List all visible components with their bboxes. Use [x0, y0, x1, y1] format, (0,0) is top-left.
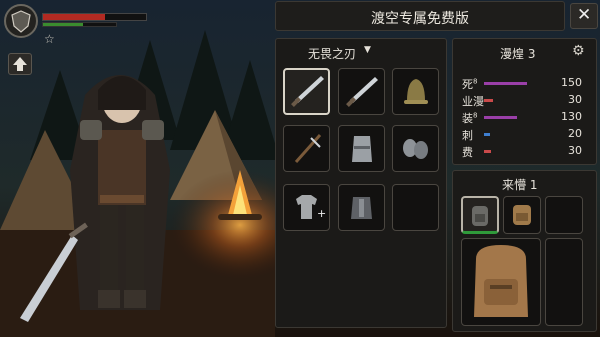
- gear-icon: ⚙: [572, 43, 585, 59]
- stat-superscript: 8: [473, 111, 478, 120]
- add-shirt-icon: +: [296, 195, 326, 220]
- stat-row: 装8 130: [462, 110, 582, 125]
- stat-bar: [484, 150, 492, 153]
- hero-character-icon: [70, 75, 170, 310]
- inventory-slot-3[interactable]: [545, 196, 583, 234]
- equipment-slot-ranged[interactable]: [283, 125, 330, 172]
- small-backpack-icon: [472, 206, 488, 226]
- stat-bar: [484, 133, 490, 136]
- mana-bar: [42, 22, 117, 27]
- stat-bar: [484, 99, 493, 102]
- stat-value: 150: [561, 76, 582, 89]
- equipment-slot-bracer[interactable]: [338, 125, 385, 172]
- page-title: 渡空专属免费版: [371, 11, 469, 27]
- chevron-down-icon: ▼: [364, 45, 371, 55]
- home-button[interactable]: [8, 53, 32, 75]
- gauntlet-icon: [352, 136, 372, 162]
- stat-row: 业漫 30: [462, 93, 582, 108]
- shield-icon: [11, 10, 31, 33]
- equipment-slot-gloves[interactable]: [392, 125, 439, 172]
- equipment-slot-weapon-primary[interactable]: [283, 68, 330, 115]
- mana-bar-fill: [43, 23, 84, 26]
- stat-bar: [484, 82, 528, 85]
- equipment-slot-weapon-secondary[interactable]: [338, 68, 385, 115]
- close-icon: ✕: [577, 5, 592, 25]
- chain-gloves-icon: [403, 139, 428, 159]
- stat-row: 费 30: [462, 144, 582, 159]
- title-bar: 渡空专属免费版: [275, 1, 565, 31]
- large-backpack-icon: [474, 245, 528, 317]
- stat-name: 刺: [462, 129, 473, 142]
- equipment-slot-empty[interactable]: [392, 184, 439, 231]
- health-bar: [42, 13, 147, 21]
- stat-row: 刺 20: [462, 127, 582, 142]
- stat-name: 装8: [462, 111, 478, 125]
- stat-row: 死8 150: [462, 76, 582, 91]
- svg-text:+: +: [317, 207, 326, 220]
- settings-button[interactable]: ⚙: [572, 43, 585, 59]
- equipment-slot-shirt[interactable]: +: [283, 184, 330, 231]
- star-icon: ☆: [44, 32, 55, 46]
- inventory-slot-4[interactable]: [545, 238, 583, 326]
- equipment-slot-chest[interactable]: [338, 184, 385, 231]
- close-button[interactable]: ✕: [570, 3, 598, 29]
- hero-emblem[interactable]: [4, 4, 38, 38]
- up-arrow-icon: [13, 57, 27, 71]
- stat-value: 130: [561, 110, 582, 123]
- dagger-icon: [346, 77, 378, 107]
- stat-value: 20: [568, 127, 582, 140]
- inventory-slot-large[interactable]: [461, 238, 541, 326]
- stat-name: 死8: [462, 77, 478, 91]
- stats-title: 漫煌 3: [500, 47, 536, 61]
- health-bar-fill: [43, 14, 105, 20]
- equipment-slot-helmet[interactable]: [392, 68, 439, 115]
- bell-helmet-icon: [404, 79, 428, 104]
- stat-value: 30: [568, 93, 582, 106]
- stat-superscript: 8: [473, 77, 478, 86]
- stat-name: 费: [462, 146, 473, 159]
- small-backpack-icon: [513, 205, 531, 225]
- stat-bar: [484, 116, 517, 119]
- inventory-slot-1[interactable]: [461, 196, 499, 234]
- inventory-title: 来懵 1: [502, 178, 538, 192]
- crossbow-icon: [294, 134, 322, 163]
- stat-name: 业漫: [462, 95, 484, 108]
- inventory-slot-2[interactable]: [503, 196, 541, 234]
- dropdown-label: 无畏之刃: [308, 47, 357, 61]
- dagger-icon: [291, 76, 324, 107]
- chest-armor-icon: [351, 197, 372, 219]
- stat-value: 30: [568, 144, 582, 157]
- weapon-set-dropdown[interactable]: 无畏之刃 ▼: [290, 45, 430, 61]
